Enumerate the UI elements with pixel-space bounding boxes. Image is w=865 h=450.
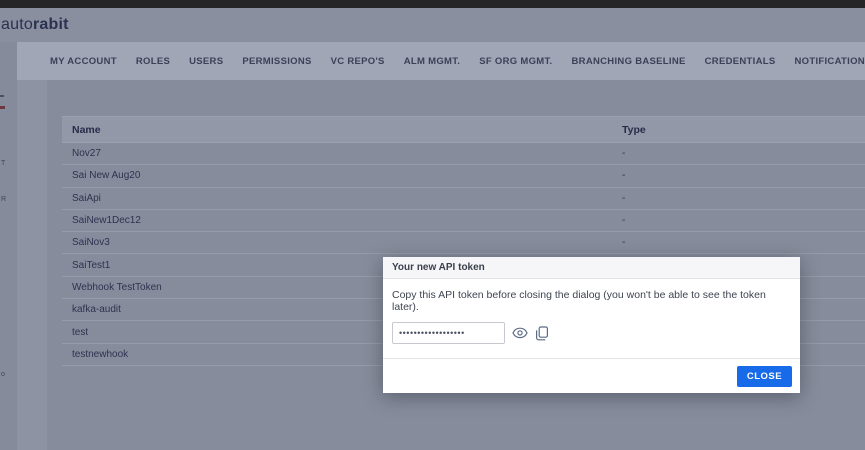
dialog-title: Your new API token <box>392 262 485 273</box>
nav-tab[interactable]: MY ACCOUNT <box>50 56 117 67</box>
nav-tab[interactable]: ROLES <box>136 56 170 67</box>
dialog-title-bar: Your new API token <box>383 257 800 279</box>
sidebar-items: T Ro <box>0 42 17 450</box>
view-token-button[interactable] <box>512 327 528 339</box>
nav-tab[interactable]: ALM MGMT. <box>404 56 461 67</box>
nav-tab[interactable]: VC REPO'S <box>331 56 385 67</box>
token-type-cell: - <box>622 170 625 181</box>
logo-text-auto: auto <box>1 16 33 33</box>
window-top-bar <box>0 0 865 8</box>
token-name-cell: SaiNew1Dec12 <box>62 215 141 226</box>
nav-tab[interactable]: CREDENTIALS <box>705 56 776 67</box>
copy-token-button[interactable] <box>535 326 549 341</box>
token-field-row <box>392 322 791 344</box>
table-row[interactable]: SaiNov3 - <box>62 232 865 254</box>
token-name-cell: Webhook TestToken <box>62 282 162 293</box>
token-name-cell: SaiTest1 <box>62 260 110 271</box>
nav-tab[interactable]: PERMISSIONS <box>242 56 311 67</box>
token-type-cell: - <box>622 193 625 204</box>
table-row[interactable]: Sai New Aug20 - <box>62 165 865 187</box>
token-name-cell: SaiApi <box>62 193 101 204</box>
token-name-cell: test <box>62 327 88 338</box>
table-header-row: Name Type <box>62 116 865 143</box>
api-token-input[interactable] <box>392 322 505 344</box>
dialog-body: Copy this API token before closing the d… <box>383 279 800 344</box>
token-type-cell: - <box>622 237 625 248</box>
sidebar-item-truncated[interactable]: T <box>1 160 5 167</box>
table-row[interactable]: SaiNew1Dec12 - <box>62 210 865 232</box>
table-row[interactable]: SaiApi - <box>62 188 865 210</box>
column-header-name: Name <box>62 124 101 136</box>
autorabit-logo[interactable]: autorabit <box>1 16 69 34</box>
app-header: autorabit <box>0 8 865 42</box>
nav-tab[interactable]: USERS <box>189 56 223 67</box>
sidebar-item-truncated[interactable]: R <box>1 196 6 203</box>
token-name-cell: SaiNov3 <box>62 237 110 248</box>
eye-icon <box>512 327 528 339</box>
token-name-cell: Nov27 <box>62 148 101 159</box>
token-type-cell: - <box>622 215 625 226</box>
nav-tab[interactable]: SF ORG MGMT. <box>479 56 552 67</box>
copy-icon <box>535 326 549 341</box>
dialog-message: Copy this API token before closing the d… <box>392 289 791 313</box>
token-name-cell: Sai New Aug20 <box>62 170 140 181</box>
logo-text-rabit: rabit <box>33 16 69 33</box>
column-header-type: Type <box>622 124 646 136</box>
nav-tab[interactable]: BRANCHING BASELINE <box>572 56 686 67</box>
content-left-gutter <box>17 80 47 450</box>
dialog-footer: CLOSE <box>383 358 800 393</box>
new-api-token-dialog: Your new API token Copy this API token b… <box>383 257 800 393</box>
nav-tab[interactable]: NOTIFICATIONS <box>795 56 865 67</box>
token-name-cell: testnewhook <box>62 349 128 360</box>
table-row[interactable]: Nov27 - <box>62 143 865 165</box>
token-type-cell: - <box>622 148 625 159</box>
settings-nav-tabs: MY ACCOUNT ROLES USERS PERMISSIONS VC REPO'S… <box>17 42 865 80</box>
left-sidebar-truncated: T Ro <box>0 42 17 450</box>
app-window: autorabit T Ro MY ACCOUNT ROLES USERS PERMIS… <box>0 0 865 450</box>
sidebar-item-truncated[interactable]: o <box>1 371 5 378</box>
close-button[interactable]: CLOSE <box>737 366 792 387</box>
token-name-cell: kafka-audit <box>62 304 121 315</box>
